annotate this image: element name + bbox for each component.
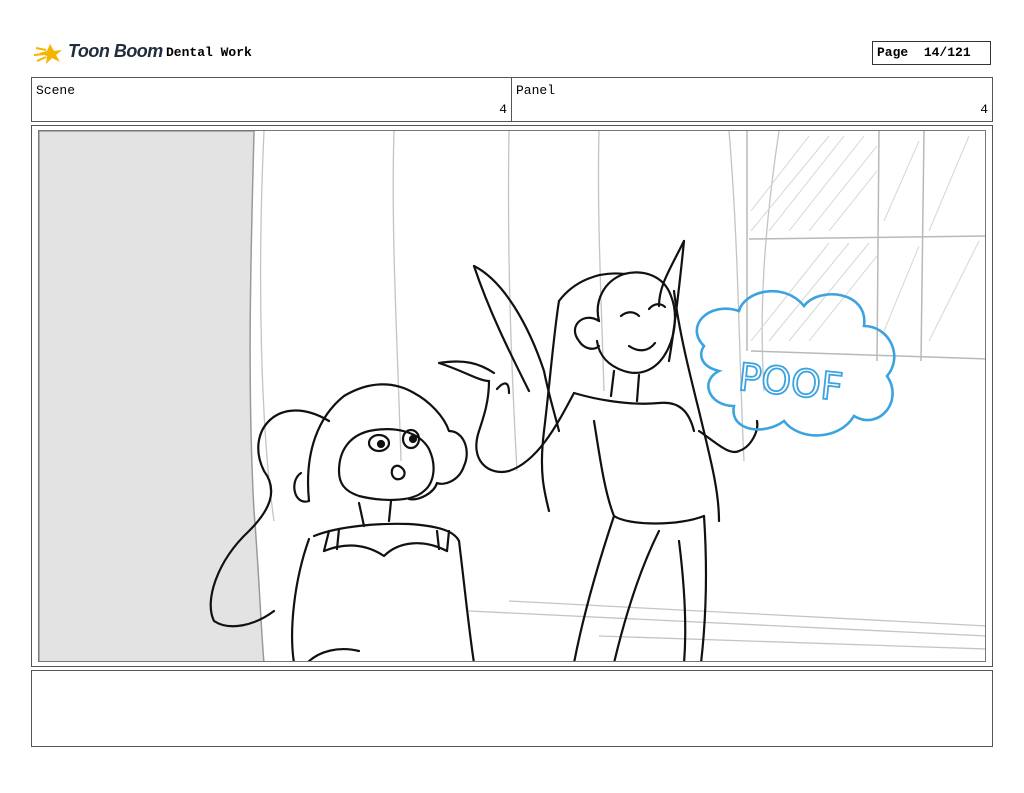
poof-text: POOF (736, 355, 845, 410)
panel-notes-box (31, 670, 993, 747)
logo-text: Toon Boom (68, 41, 163, 61)
page-value: 14/121 (923, 45, 971, 60)
page-label: Page (877, 45, 909, 60)
scene-label: Scene (36, 83, 76, 98)
star-burst-icon (34, 44, 62, 64)
panel-cell: Panel 4 (512, 78, 992, 121)
panel-value: 4 (980, 102, 988, 117)
scene-panel-row: Scene 4 Panel 4 (31, 77, 993, 122)
scene-cell: Scene 4 (32, 78, 512, 121)
scene-value: 4 (499, 102, 507, 117)
storyboard-panel-frame: POOF (31, 125, 993, 667)
page-indicator: Page 14/121 (872, 41, 991, 65)
document-title: Dental Work (166, 45, 252, 60)
storyboard-drawing: POOF (39, 131, 985, 661)
panel-label: Panel (516, 83, 556, 98)
storyboard-image: POOF (38, 130, 986, 662)
toon-boom-logo: Toon Boom (34, 38, 163, 68)
